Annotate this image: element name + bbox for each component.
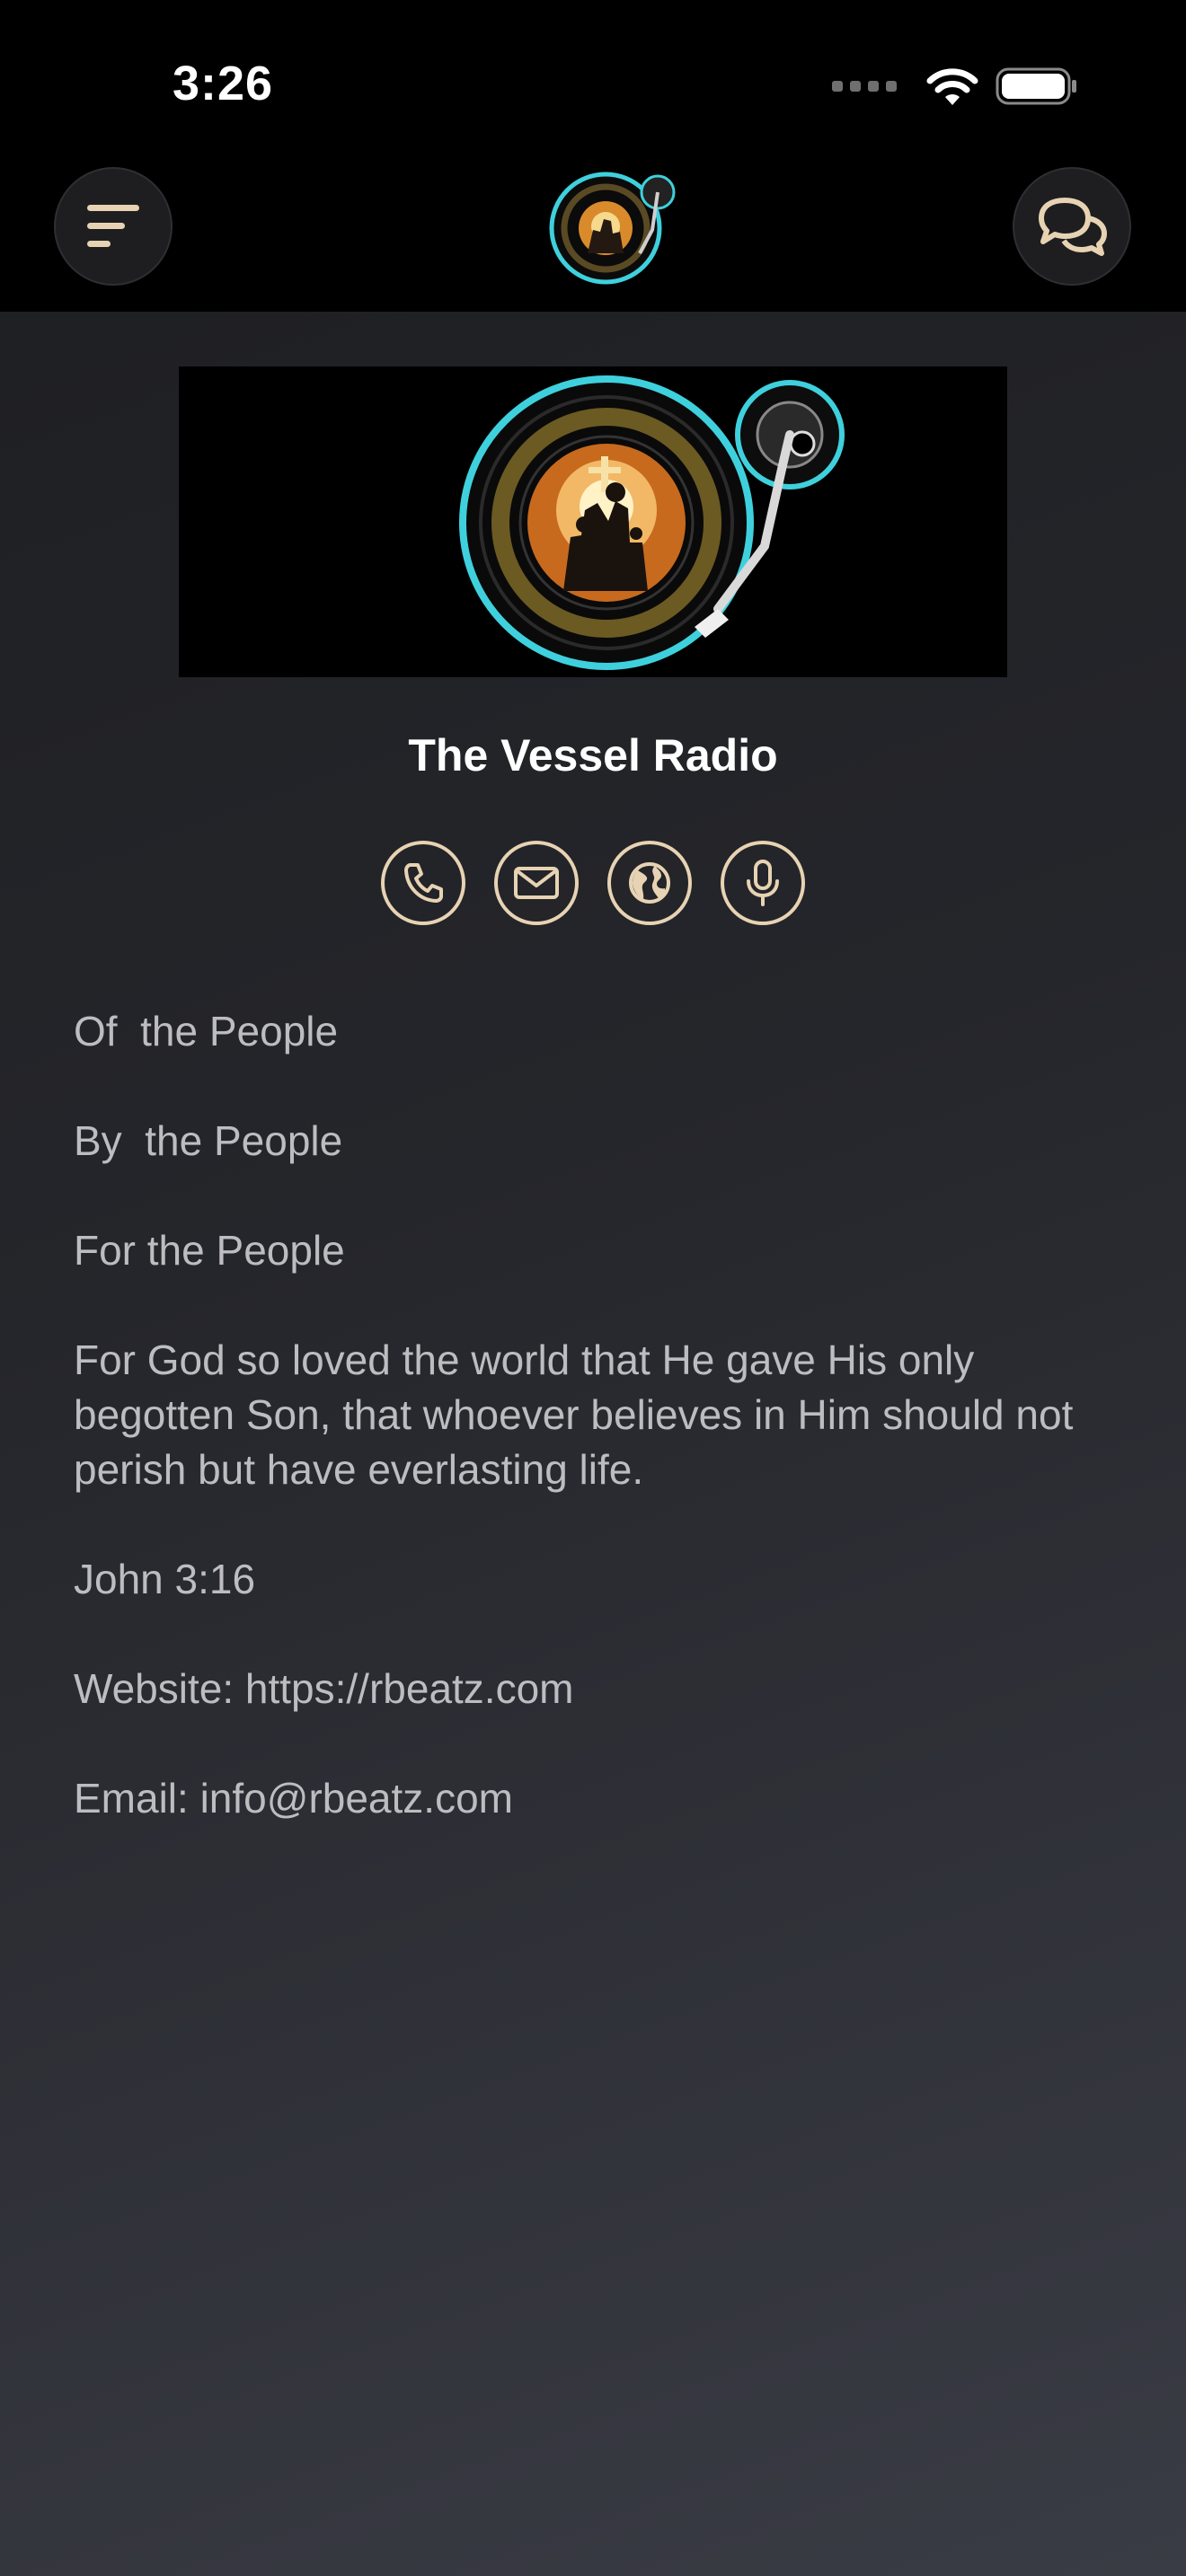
call-button[interactable] xyxy=(381,841,465,925)
chat-button[interactable] xyxy=(1013,167,1131,286)
globe-icon xyxy=(629,862,670,904)
description-line: By the People xyxy=(74,1117,343,1164)
website-text: Website: https://rbeatz.com xyxy=(74,1665,574,1712)
station-name: The Vessel Radio xyxy=(408,730,778,781)
mail-icon xyxy=(514,867,559,899)
website-button[interactable] xyxy=(607,841,692,925)
battery-icon xyxy=(996,67,1076,105)
chat-bubbles-icon xyxy=(1039,198,1107,256)
status-time: 3:26 xyxy=(173,57,274,110)
cellular-signal-icon xyxy=(832,81,897,92)
email-button[interactable] xyxy=(494,841,579,925)
menu-button[interactable] xyxy=(54,167,173,286)
contact-actions xyxy=(0,841,1186,925)
status-indicators xyxy=(832,65,1078,108)
phone-icon xyxy=(404,863,443,903)
station-banner-image xyxy=(179,366,1007,677)
menu-icon xyxy=(87,205,139,247)
description-line: Of the People xyxy=(74,1008,339,1054)
app-screen: 3:26 The Vessel Radio Of the People By t… xyxy=(0,0,1186,2576)
description-line: For God so loved the world that He gave … xyxy=(74,1337,1085,1493)
station-description: Of the People By the People For the Peop… xyxy=(74,1004,1134,1881)
header-logo[interactable] xyxy=(535,167,679,287)
description-line: For the People xyxy=(74,1227,345,1274)
description-line: John 3:16 xyxy=(74,1556,256,1602)
microphone-button[interactable] xyxy=(721,841,805,925)
microphone-icon xyxy=(747,860,779,906)
top-bar: 3:26 xyxy=(0,0,1186,312)
wifi-icon xyxy=(926,68,978,105)
email-text: Email: info@rbeatz.com xyxy=(74,1775,513,1822)
